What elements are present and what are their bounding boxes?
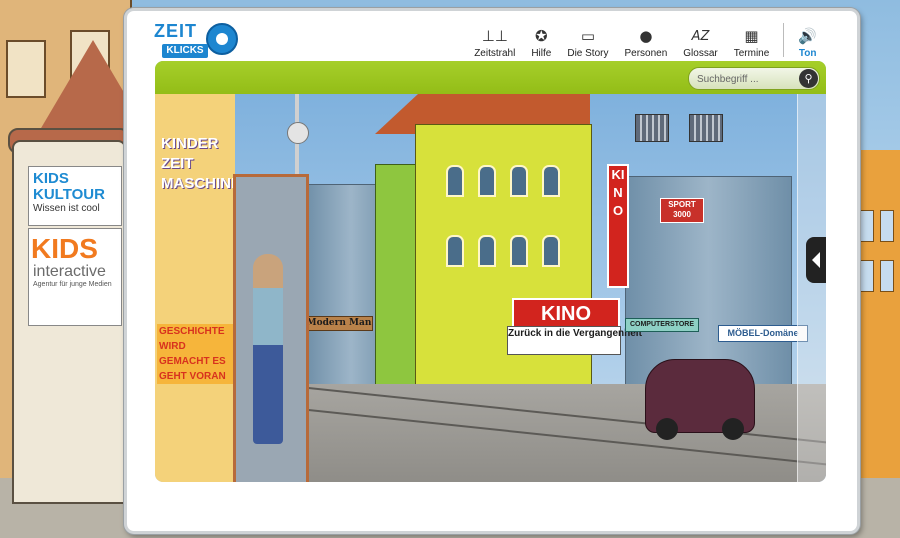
building-window bbox=[478, 165, 496, 197]
modern-man-sign: Modern Man bbox=[305, 316, 373, 331]
person-icon: ● bbox=[639, 27, 653, 45]
building-window bbox=[446, 235, 464, 267]
car-wheel bbox=[656, 418, 678, 440]
building-window bbox=[446, 165, 464, 197]
space-station[interactable] bbox=[635, 106, 725, 150]
nav-personen[interactable]: ● Personen bbox=[616, 23, 675, 60]
sport-sign: SPORT 3000 bbox=[660, 198, 704, 223]
kids-interactive-poster: KIDS interactive Agentur für junge Medie… bbox=[28, 228, 122, 326]
nav-termine[interactable]: ▦ Termine bbox=[726, 23, 778, 60]
tv-tower-sphere bbox=[287, 122, 309, 144]
toolbar-bar: ⚲ bbox=[155, 61, 826, 94]
building-window bbox=[510, 235, 528, 267]
logo-zeit: ZEIT bbox=[154, 21, 197, 41]
nav-label: Die Story bbox=[567, 48, 609, 59]
search-input[interactable] bbox=[695, 70, 795, 88]
poster-kultour: KULTOUR bbox=[33, 186, 105, 203]
search-box: ⚲ bbox=[688, 67, 820, 90]
solar-panel bbox=[689, 114, 723, 142]
building-window bbox=[510, 165, 528, 197]
nav-label: Hilfe bbox=[531, 48, 552, 59]
help-icon: ✪ bbox=[535, 27, 548, 45]
kidskultour-poster: KIDS KULTOUR Wissen ist cool bbox=[28, 166, 122, 226]
nav-divider bbox=[783, 23, 785, 57]
house-window bbox=[860, 260, 874, 292]
nav-label: Glossar bbox=[683, 48, 718, 59]
sound-icon: 🔊 bbox=[798, 27, 817, 45]
nav-die-story[interactable]: ▭ Die Story bbox=[559, 23, 616, 60]
nav-label: Personen bbox=[624, 48, 668, 59]
time-machine-kiosk[interactable]: KINDER ZEIT MASCHINE GESCHICHTE WIRD GEM… bbox=[155, 94, 242, 482]
poster-tagline: Wissen ist cool bbox=[33, 203, 100, 214]
zurueck-sign[interactable]: Zurück in die Vergangenheit bbox=[507, 326, 642, 355]
building-window bbox=[542, 235, 560, 267]
house-window bbox=[860, 210, 874, 242]
nav-hilfe[interactable]: ✪ Hilfe bbox=[523, 23, 559, 60]
poster-interactive: interactive bbox=[33, 263, 106, 280]
kiosk-slogan: GESCHICHTE WIRD GEMACHT ES GEHT VORAN bbox=[157, 324, 235, 384]
kiosk-title: KINDER ZEIT MASCHINE bbox=[161, 135, 242, 192]
tv-tower bbox=[287, 94, 309, 174]
street-scene[interactable]: Modern Man KINO SPORT 3000 KINO Zurück i… bbox=[155, 94, 826, 482]
glossary-icon: AZ bbox=[691, 29, 710, 44]
house-window bbox=[880, 210, 894, 242]
calendar-icon: ▦ bbox=[744, 27, 759, 45]
kino-vertical-sign: KINO bbox=[607, 164, 629, 288]
poster-kids-title: KIDS bbox=[31, 233, 98, 264]
nav-label: Ton bbox=[798, 48, 817, 59]
car-wheel bbox=[722, 418, 744, 440]
logo-klicks: KLICKS bbox=[162, 44, 208, 58]
nav-label: Zeitstrahl bbox=[474, 48, 516, 59]
house-window bbox=[6, 40, 46, 98]
clock-icon bbox=[206, 23, 238, 55]
car[interactable] bbox=[645, 359, 755, 440]
building-window bbox=[478, 235, 496, 267]
solar-panel bbox=[635, 114, 669, 142]
zeitklicks-logo[interactable]: ZEIT KLICKS bbox=[154, 21, 238, 61]
timeline-icon: ⊥⊥ bbox=[481, 27, 508, 45]
woman-figure[interactable] bbox=[253, 254, 283, 444]
poster-kids: KIDS bbox=[33, 170, 69, 187]
building-window bbox=[542, 165, 560, 197]
nav-zeitstrahl[interactable]: ⊥⊥ Zeitstrahl bbox=[466, 23, 523, 60]
house-window bbox=[880, 260, 894, 292]
yellow-building[interactable] bbox=[415, 124, 592, 416]
nav-label: Termine bbox=[733, 48, 770, 59]
search-icon[interactable]: ⚲ bbox=[799, 69, 818, 88]
computerstore-sign: COMPUTERSTORE bbox=[625, 318, 699, 332]
side-panel bbox=[797, 94, 826, 482]
panel-toggle-arrow-icon[interactable] bbox=[806, 237, 826, 283]
poster-agency-tagline: Agentur für junge Medien bbox=[33, 281, 112, 288]
nav-glossar[interactable]: AZ Glossar bbox=[675, 23, 725, 59]
app-window: ZEIT KLICKS ⊥⊥ Zeitstrahl ✪ Hilfe ▭ Die … bbox=[124, 8, 860, 534]
nav-ton[interactable]: 🔊 Ton bbox=[790, 23, 825, 60]
content-stage: ⚲ bbox=[155, 61, 826, 482]
story-icon: ▭ bbox=[580, 27, 595, 45]
top-navigation: ⊥⊥ Zeitstrahl ✪ Hilfe ▭ Die Story ● Pers… bbox=[466, 23, 825, 59]
moebel-sign: MÖBEL-Domäne bbox=[718, 325, 808, 342]
